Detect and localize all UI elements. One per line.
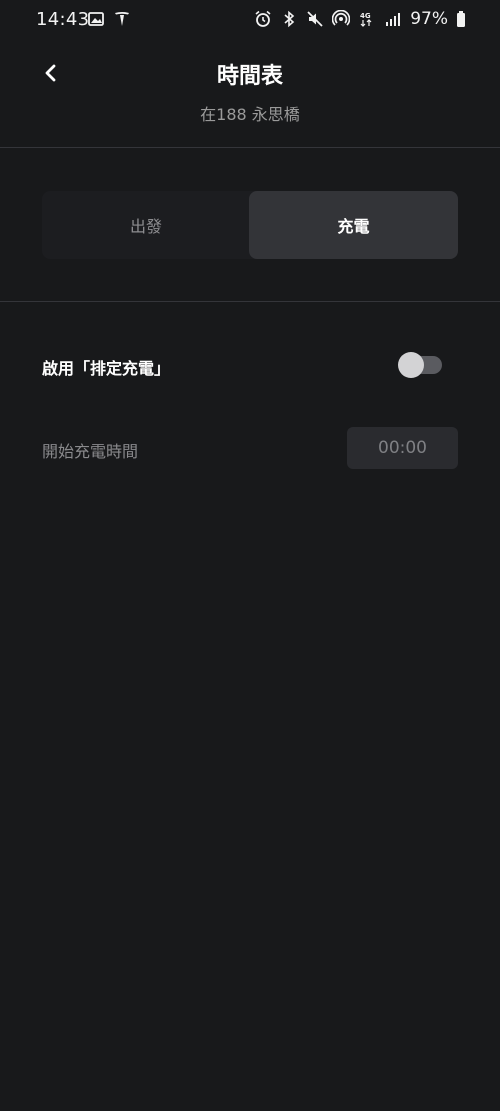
enable-scheduled-charging-toggle[interactable] [398,350,444,380]
start-charging-time-field[interactable]: 00:00 [347,427,458,469]
page-subtitle: 在188 永思橋 [200,105,300,124]
4g-icon: 4G [358,10,376,28]
gallery-icon [88,11,106,29]
header-divider [0,147,500,148]
hotspot-icon [331,9,351,28]
schedule-tabs: 出發 充電 [42,191,458,259]
start-charging-time-label: 開始充電時間 [42,442,139,461]
signal-icon [384,10,402,28]
toggle-knob [398,352,424,378]
tabs-divider [0,301,500,302]
page-title: 時間表 [216,64,283,89]
bluetooth-icon [280,10,298,28]
tesla-icon [114,11,132,29]
tab-departure[interactable]: 出發 [42,191,250,259]
enable-scheduled-charging-label: 啟用「排定充電」 [42,359,171,378]
tab-charging[interactable]: 充電 [249,191,458,259]
header: 時間表 在188 永思橋 [0,50,500,148]
svg-text:4G: 4G [360,12,371,20]
alarm-icon [254,10,272,28]
battery-icon [456,10,466,28]
battery-percent: 97% [410,9,448,29]
status-time: 14:43 [36,9,90,30]
status-bar: 14:43 4G 97% [0,0,500,42]
mute-icon [306,10,324,28]
